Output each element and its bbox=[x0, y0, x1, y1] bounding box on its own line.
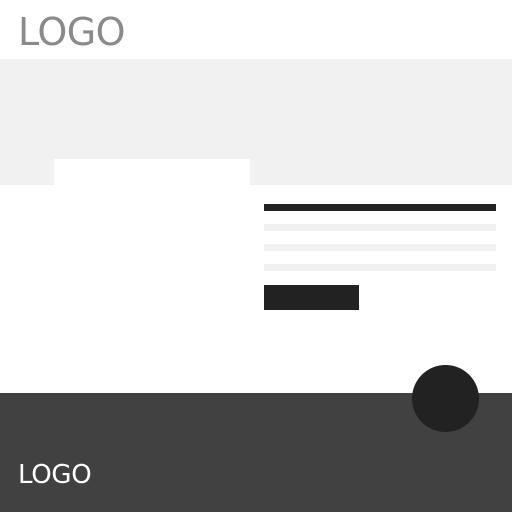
content-text-placeholder-line bbox=[264, 244, 496, 251]
content-text-placeholder-line bbox=[264, 224, 496, 231]
content-text-placeholder-line bbox=[264, 264, 496, 271]
page: LOGO LOGO bbox=[0, 0, 512, 512]
floating-action-button[interactable] bbox=[412, 365, 479, 432]
footer-logo[interactable]: LOGO bbox=[18, 460, 92, 490]
cta-button[interactable] bbox=[264, 285, 359, 310]
media-card bbox=[54, 159, 250, 319]
content-title-placeholder bbox=[264, 204, 496, 211]
header: LOGO bbox=[0, 0, 512, 59]
header-logo[interactable]: LOGO bbox=[18, 10, 126, 54]
